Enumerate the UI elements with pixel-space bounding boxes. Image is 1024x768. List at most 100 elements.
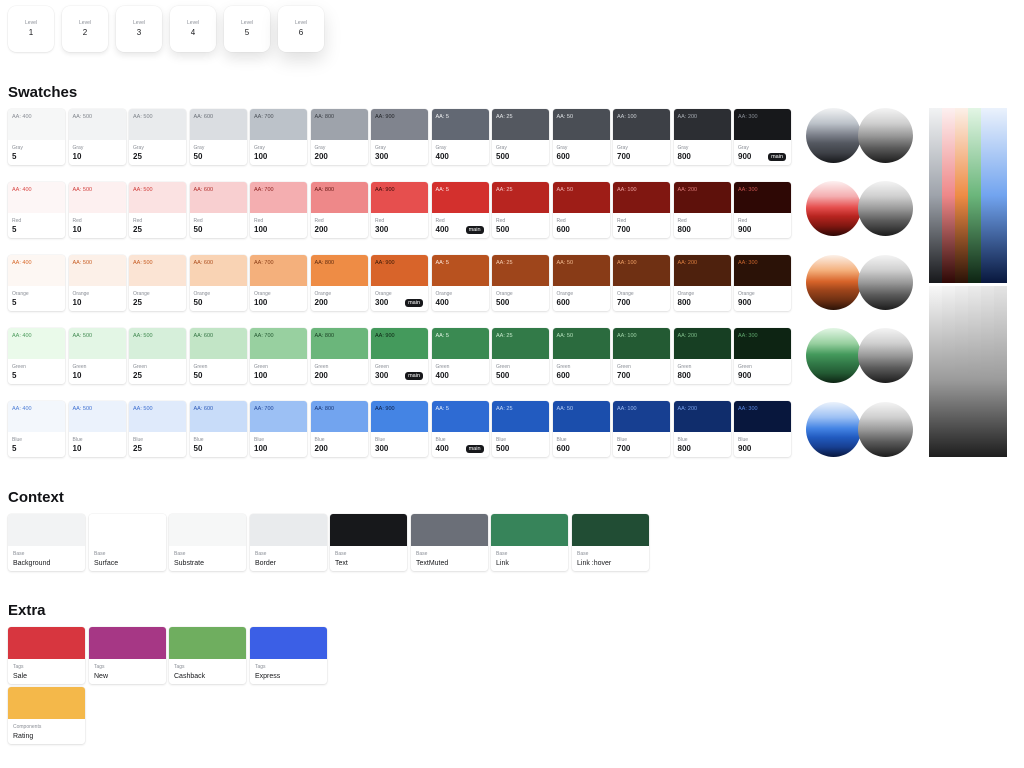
token-border[interactable]: Base Border bbox=[250, 514, 327, 571]
swatch-blue-5[interactable]: AA: 400 Blue 5 bbox=[8, 401, 65, 457]
swatch-red-5[interactable]: AA: 400 Red 5 bbox=[8, 182, 65, 238]
swatch-red-100[interactable]: AA: 700 Red 100 bbox=[250, 182, 307, 238]
swatch-orange-10[interactable]: AA: 500 Orange 10 bbox=[68, 255, 126, 311]
token-name: Rating bbox=[13, 733, 34, 740]
swatch-blue-50[interactable]: AA: 600 Blue 50 bbox=[189, 401, 247, 457]
swatch-red-300[interactable]: AA: 900 Red 300 bbox=[371, 182, 428, 238]
swatch-green-50[interactable]: AA: 600 Green 50 bbox=[189, 328, 247, 384]
token-substrate[interactable]: Base Substrate bbox=[169, 514, 246, 571]
swatch-color: AA: 500 bbox=[68, 182, 126, 213]
swatch-blue-700[interactable]: AA: 100 Blue 700 bbox=[613, 401, 670, 457]
swatch-meta: Green 600 bbox=[553, 359, 610, 384]
swatch-green-700[interactable]: AA: 100 Green 700 bbox=[613, 328, 670, 384]
swatch-orange-500[interactable]: AA: 25 Orange 500 bbox=[492, 255, 549, 311]
swatch-red-50[interactable]: AA: 600 Red 50 bbox=[189, 182, 247, 238]
token-text[interactable]: Base Text bbox=[330, 514, 407, 571]
swatch-gray-400[interactable]: AA: 5 Gray 400 bbox=[431, 109, 489, 165]
token-textmuted[interactable]: Base TextMuted bbox=[411, 514, 488, 571]
swatch-blue-10[interactable]: AA: 500 Blue 10 bbox=[68, 401, 126, 457]
swatch-family: Green bbox=[314, 364, 329, 370]
swatch-green-5[interactable]: AA: 400 Green 5 bbox=[8, 328, 65, 384]
swatch-meta: Orange 25 bbox=[129, 286, 186, 311]
swatch-level: 500 bbox=[496, 225, 510, 234]
swatch-blue-500[interactable]: AA: 25 Blue 500 bbox=[492, 401, 549, 457]
token-background[interactable]: Base Background bbox=[8, 514, 85, 571]
level-label: Level bbox=[133, 20, 145, 26]
swatch-gray-600[interactable]: AA: 50 Gray 600 bbox=[552, 109, 610, 165]
token-name: Express bbox=[255, 673, 281, 680]
swatch-gray-100[interactable]: AA: 700 Gray 100 bbox=[250, 109, 307, 165]
swatch-blue-900[interactable]: AA: 300 Blue 900 bbox=[734, 401, 791, 457]
swatch-gray-50[interactable]: AA: 600 Gray 50 bbox=[189, 109, 247, 165]
swatch-green-200[interactable]: AA: 800 Green 200 bbox=[310, 328, 368, 384]
swatch-orange-600[interactable]: AA: 50 Orange 600 bbox=[552, 255, 610, 311]
swatch-blue-200[interactable]: AA: 800 Blue 200 bbox=[310, 401, 368, 457]
swatch-level: 400 bbox=[435, 152, 449, 161]
swatch-blue-100[interactable]: AA: 700 Blue 100 bbox=[250, 401, 307, 457]
contrast-label: AA: 25 bbox=[496, 114, 513, 120]
swatch-green-900[interactable]: AA: 300 Green 900 bbox=[734, 328, 791, 384]
swatch-green-25[interactable]: AA: 500 Green 25 bbox=[129, 328, 186, 384]
swatch-orange-300[interactable]: AA: 900 Orange 300 main bbox=[371, 255, 428, 311]
swatch-blue-25[interactable]: AA: 500 Blue 25 bbox=[129, 401, 186, 457]
token-cashback[interactable]: Tags Cashback bbox=[169, 627, 246, 684]
swatch-gray-900[interactable]: AA: 300 Gray 900 main bbox=[734, 109, 791, 165]
swatch-gray-25[interactable]: AA: 500 Gray 25 bbox=[129, 109, 186, 165]
token-rating[interactable]: Components Rating bbox=[8, 687, 85, 744]
swatch-blue-300[interactable]: AA: 900 Blue 300 bbox=[371, 401, 428, 457]
swatch-level: 50 bbox=[193, 444, 203, 453]
swatch-red-25[interactable]: AA: 500 Red 25 bbox=[129, 182, 186, 238]
swatch-green-400[interactable]: AA: 5 Green 400 bbox=[431, 328, 489, 384]
swatch-meta: Red 700 bbox=[613, 213, 670, 238]
token-surface[interactable]: Base Surface bbox=[89, 514, 166, 571]
swatch-orange-800[interactable]: AA: 200 Orange 800 bbox=[673, 255, 731, 311]
contrast-label: AA: 5 bbox=[435, 333, 449, 339]
swatch-level: 700 bbox=[617, 444, 631, 453]
swatch-orange-700[interactable]: AA: 100 Orange 700 bbox=[613, 255, 670, 311]
swatch-meta: Green 500 bbox=[492, 359, 549, 384]
swatch-red-700[interactable]: AA: 100 Red 700 bbox=[613, 182, 670, 238]
swatch-blue-400[interactable]: AA: 5 Blue 400 main bbox=[431, 401, 489, 457]
token-express[interactable]: Tags Express bbox=[250, 627, 327, 684]
swatch-blue-800[interactable]: AA: 200 Blue 800 bbox=[673, 401, 731, 457]
swatch-gray-500[interactable]: AA: 25 Gray 500 bbox=[492, 109, 549, 165]
swatch-green-600[interactable]: AA: 50 Green 600 bbox=[552, 328, 610, 384]
token-name: Link bbox=[496, 560, 509, 567]
swatch-red-800[interactable]: AA: 200 Red 800 bbox=[673, 182, 731, 238]
swatch-blue-600[interactable]: AA: 50 Blue 600 bbox=[552, 401, 610, 457]
swatch-red-600[interactable]: AA: 50 Red 600 bbox=[552, 182, 610, 238]
contrast-label: AA: 25 bbox=[496, 333, 513, 339]
swatch-red-900[interactable]: AA: 300 Red 900 bbox=[734, 182, 791, 238]
swatch-green-300[interactable]: AA: 900 Green 300 main bbox=[371, 328, 428, 384]
swatch-orange-25[interactable]: AA: 500 Orange 25 bbox=[129, 255, 186, 311]
swatch-green-100[interactable]: AA: 700 Green 100 bbox=[250, 328, 307, 384]
swatch-gray-5[interactable]: AA: 400 Gray 5 bbox=[8, 109, 65, 165]
token-link-hover[interactable]: Base Link :hover bbox=[572, 514, 649, 571]
swatch-green-800[interactable]: AA: 200 Green 800 bbox=[673, 328, 731, 384]
swatch-green-10[interactable]: AA: 500 Green 10 bbox=[68, 328, 126, 384]
token-new[interactable]: Tags New bbox=[89, 627, 166, 684]
swatch-red-400[interactable]: AA: 5 Red 400 main bbox=[431, 182, 489, 238]
contrast-label: AA: 200 bbox=[677, 260, 698, 266]
swatch-gray-200[interactable]: AA: 800 Gray 200 bbox=[310, 109, 368, 165]
swatch-meta: Orange 5 bbox=[8, 286, 65, 311]
swatch-gray-10[interactable]: AA: 500 Gray 10 bbox=[68, 109, 126, 165]
swatch-red-200[interactable]: AA: 800 Red 200 bbox=[310, 182, 368, 238]
swatch-orange-50[interactable]: AA: 600 Orange 50 bbox=[189, 255, 247, 311]
contrast-label: AA: 25 bbox=[496, 406, 513, 412]
swatch-orange-100[interactable]: AA: 700 Orange 100 bbox=[250, 255, 307, 311]
swatch-green-500[interactable]: AA: 25 Green 500 bbox=[492, 328, 549, 384]
swatch-gray-700[interactable]: AA: 100 Gray 700 bbox=[613, 109, 670, 165]
swatch-gray-300[interactable]: AA: 900 Gray 300 bbox=[371, 109, 428, 165]
swatch-red-500[interactable]: AA: 25 Red 500 bbox=[492, 182, 549, 238]
swatch-red-10[interactable]: AA: 500 Red 10 bbox=[68, 182, 126, 238]
swatch-orange-900[interactable]: AA: 300 Orange 900 bbox=[734, 255, 791, 311]
token-sale[interactable]: Tags Sale bbox=[8, 627, 85, 684]
swatch-orange-5[interactable]: AA: 400 Orange 5 bbox=[8, 255, 65, 311]
swatch-orange-200[interactable]: AA: 800 Orange 200 bbox=[310, 255, 368, 311]
swatch-orange-400[interactable]: AA: 5 Orange 400 bbox=[431, 255, 489, 311]
contrast-label: AA: 500 bbox=[133, 260, 153, 266]
swatch-level: 300 bbox=[375, 152, 389, 161]
swatch-gray-800[interactable]: AA: 200 Gray 800 bbox=[673, 109, 731, 165]
token-link[interactable]: Base Link bbox=[491, 514, 568, 571]
